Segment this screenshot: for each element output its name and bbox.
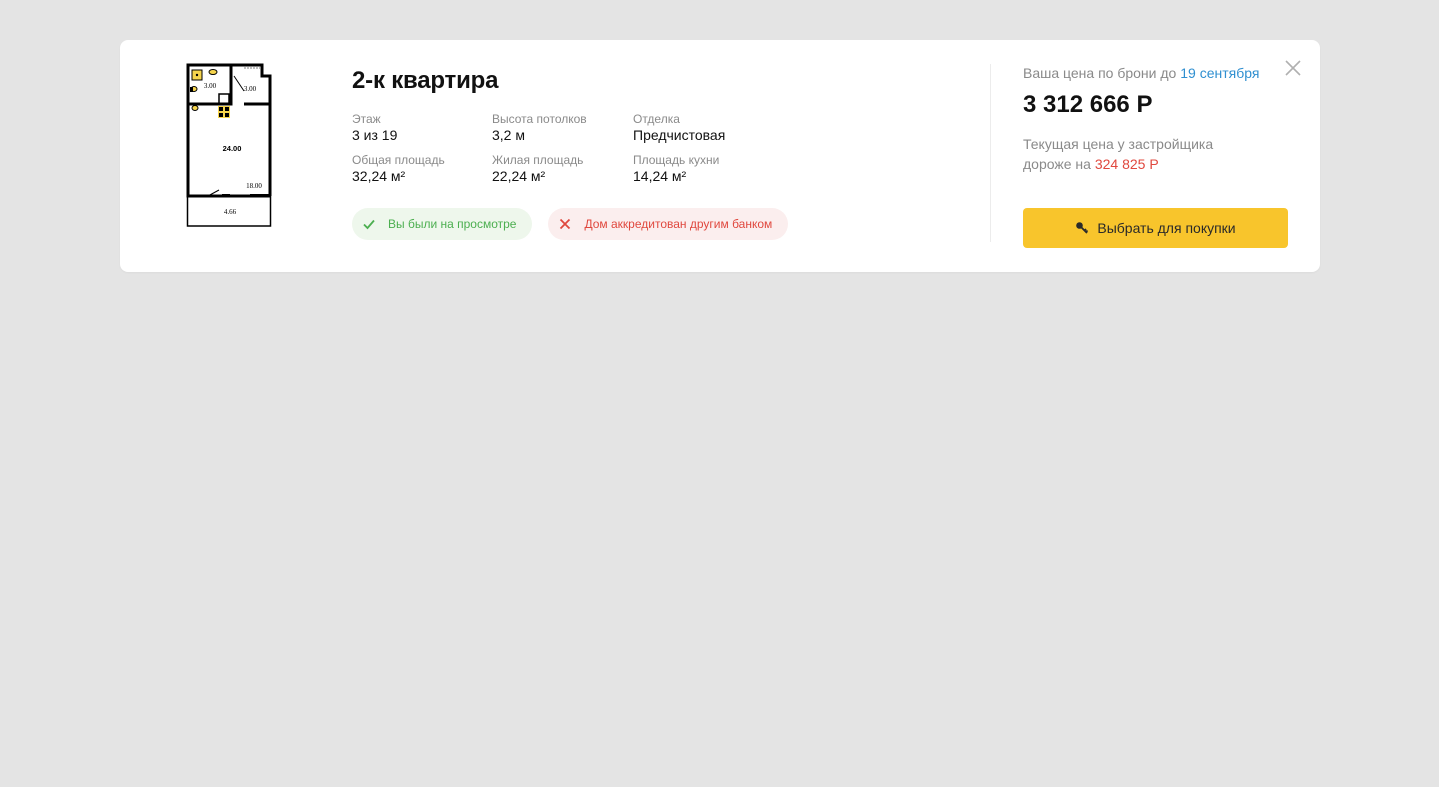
current-diff-value: 324 825 Р xyxy=(1094,156,1159,172)
spec-floor: Этаж 3 из 19 xyxy=(352,112,492,144)
badge-viewed: Вы были на просмотре xyxy=(352,208,533,240)
spec-value: 32,24 м² xyxy=(352,168,406,184)
spec-label: Жилая площадь xyxy=(492,153,584,167)
booking-price: 3 312 666 Р xyxy=(1023,91,1153,118)
plan-label-living: 24.00 xyxy=(223,144,242,153)
spec-label: Высота потолков xyxy=(492,112,587,126)
close-icon[interactable] xyxy=(1283,58,1303,78)
badge-bank: Дом аккредитован другим банком xyxy=(548,208,789,240)
spec-finish: Отделка Предчистовая xyxy=(633,112,773,144)
booking-note: Ваша цена по брони до 19 сентября xyxy=(1023,64,1293,82)
select-for-purchase-button[interactable]: Выбрать для покупки xyxy=(1023,208,1288,248)
price-block: Ваша цена по брони до 19 сентября 3 312 … xyxy=(1023,64,1293,174)
spec-ceiling-height: Высота потолков 3,2 м xyxy=(492,112,632,144)
spec-label: Общая площадь xyxy=(352,153,445,167)
key-icon xyxy=(1075,221,1089,235)
plan-label-hall: 3.00 xyxy=(244,85,257,93)
plan-label-balcony: 4.66 xyxy=(224,208,237,216)
spec-kitchen-area: Площадь кухни 14,24 м² xyxy=(633,153,773,185)
spec-label: Площадь кухни xyxy=(633,153,720,167)
booking-date: 19 сентября xyxy=(1180,65,1260,81)
apartment-title: 2-к квартира xyxy=(352,67,499,94)
spec-value: Предчистовая xyxy=(633,127,726,143)
spec-value: 14,24 м² xyxy=(633,168,687,184)
specs-grid: Этаж 3 из 19 Высота потолков 3,2 м Отдел… xyxy=(352,112,912,194)
badge-viewed-label: Вы были на просмотре xyxy=(388,217,517,231)
current-price-diff-line: дороже на 324 825 Р xyxy=(1023,154,1293,174)
floor-plan[interactable]: 3.00 3.00 24.00 18.00 4.66 xyxy=(186,62,276,228)
spec-label: Этаж xyxy=(352,112,381,126)
current-price-note: Текущая цена у застройщика дороже на 324… xyxy=(1023,134,1293,174)
divider xyxy=(990,64,991,242)
apartment-card: 3.00 3.00 24.00 18.00 4.66 2-к квартира … xyxy=(120,40,1320,272)
spec-living-area: Жилая площадь 22,24 м² xyxy=(492,153,632,185)
badge-bank-label: Дом аккредитован другим банком xyxy=(584,217,773,231)
spec-value: 3 из 19 xyxy=(352,127,398,143)
check-icon xyxy=(362,217,376,231)
spec-value: 22,24 м² xyxy=(492,168,546,184)
plan-label-bath: 3.00 xyxy=(204,82,217,90)
spec-value: 3,2 м xyxy=(492,127,525,143)
plan-label-kitchen: 18.00 xyxy=(246,182,262,190)
current-price-line: Текущая цена у застройщика xyxy=(1023,136,1214,152)
spec-label: Отделка xyxy=(633,112,680,126)
booking-prefix: Ваша цена по брони до xyxy=(1023,65,1181,81)
apartment-info: 2-к квартира Этаж 3 из 19 Высота потолко… xyxy=(352,66,912,240)
spec-total-area: Общая площадь 32,24 м² xyxy=(352,153,492,185)
current-diff-prefix: дороже на xyxy=(1023,156,1095,172)
select-for-purchase-label: Выбрать для покупки xyxy=(1097,220,1236,236)
cross-icon xyxy=(558,217,572,231)
status-badges: Вы были на просмотре Дом аккредитован др… xyxy=(352,208,789,240)
